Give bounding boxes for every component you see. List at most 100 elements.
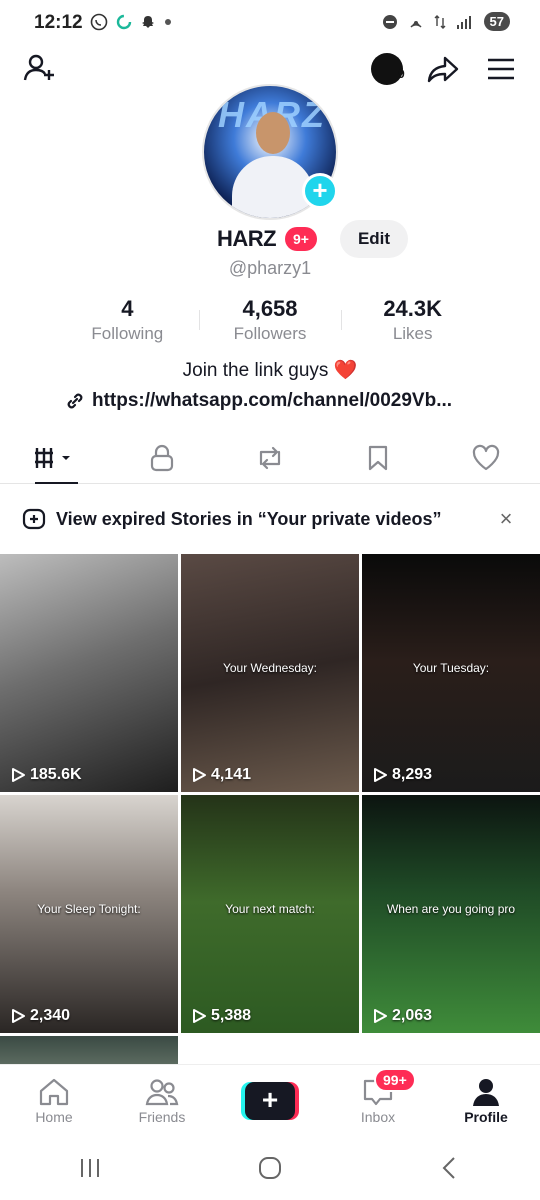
dnd-icon xyxy=(382,14,397,29)
edit-profile-button[interactable]: Edit xyxy=(340,220,408,258)
status-system-icons: 57 xyxy=(382,12,510,31)
status-bar: 12:12 57 xyxy=(0,0,540,46)
play-icon xyxy=(374,1009,387,1023)
nav-label: Home xyxy=(35,1108,73,1125)
view-count: 2,340 xyxy=(10,1007,70,1025)
whatsapp-icon xyxy=(90,13,108,31)
video-tile[interactable]: Your Wednesday: 4,141 xyxy=(181,554,359,792)
back-icon[interactable] xyxy=(435,1155,465,1181)
profile-stats: 4 Following 4,658 Followers 24.3K Likes xyxy=(56,296,484,346)
status-time: 12:12 xyxy=(34,12,83,33)
home-icon xyxy=(39,1078,69,1105)
profile-username: HARZ xyxy=(217,226,277,251)
video-caption: Your next match: xyxy=(225,902,315,917)
nav-label: Profile xyxy=(464,1108,508,1125)
tab-private[interactable] xyxy=(108,432,216,483)
video-caption: Your Wednesday: xyxy=(222,661,318,676)
video-caption: When are you going pro xyxy=(386,902,516,917)
bottom-nav: Home Friends + Inbox Profile 99+ xyxy=(0,1064,540,1136)
stat-label: Likes xyxy=(392,324,433,343)
nav-profile[interactable]: Profile xyxy=(432,1065,540,1136)
video-tile[interactable]: When are you going pro 2,063 xyxy=(362,795,540,1033)
nav-home[interactable]: Home xyxy=(0,1065,108,1136)
repost-icon xyxy=(259,446,281,469)
view-count: 8,293 xyxy=(372,766,432,784)
play-icon xyxy=(193,768,206,782)
nav-label: Inbox xyxy=(360,1108,396,1125)
play-icon xyxy=(12,1009,25,1023)
tab-saved[interactable] xyxy=(324,432,432,483)
dot-icon xyxy=(165,19,171,25)
recent-apps-icon[interactable] xyxy=(75,1155,105,1181)
username-badge: 9+ xyxy=(285,227,317,251)
sync-icon xyxy=(116,14,132,30)
bio-text: Join the link guys xyxy=(182,360,329,381)
stat-value: 4 xyxy=(121,296,134,321)
menu-icon[interactable] xyxy=(484,52,518,86)
videos-grid-icon xyxy=(35,447,70,468)
video-tile-partial[interactable] xyxy=(0,1036,178,1064)
heart-icon xyxy=(472,444,500,470)
hotspot-icon xyxy=(409,20,422,28)
bookmark-icon xyxy=(368,445,388,470)
create-button[interactable]: + xyxy=(241,1081,299,1120)
stat-label: Following xyxy=(91,324,164,343)
name-row: HARZ 9+ Edit xyxy=(0,220,540,260)
home-circle-icon[interactable] xyxy=(255,1155,285,1181)
stat-label: Followers xyxy=(233,324,307,343)
nav-label: Friends xyxy=(138,1108,186,1125)
link-text: https://whatsapp.com/channel/0029Vb... xyxy=(92,390,453,411)
system-nav-bar xyxy=(0,1136,540,1200)
view-count: 4,141 xyxy=(191,766,251,784)
close-icon[interactable]: × xyxy=(494,506,518,532)
nav-friends[interactable]: Friends xyxy=(108,1065,216,1136)
lock-icon xyxy=(150,444,174,471)
video-tile[interactable]: Your Sleep Tonight: 2,340 xyxy=(0,795,178,1033)
view-count: 2,063 xyxy=(372,1007,432,1025)
profile-handle: @pharzy1 xyxy=(228,258,312,278)
link-icon xyxy=(67,393,83,409)
view-count: 185.6K xyxy=(10,766,82,784)
add-story-icon xyxy=(22,508,46,530)
play-icon xyxy=(12,768,25,782)
profile-tabs xyxy=(0,432,540,484)
avatar-figure-head xyxy=(256,112,290,154)
play-icon xyxy=(193,1009,206,1023)
inbox-badge: 99+ xyxy=(374,1068,416,1092)
video-tile[interactable]: 185.6K xyxy=(0,554,178,792)
view-count: 5,388 xyxy=(191,1007,251,1025)
stat-followers[interactable]: 4,658 Followers xyxy=(198,296,342,346)
video-tile[interactable]: Your Tuesday: 8,293 xyxy=(362,554,540,792)
battery-indicator: 57 xyxy=(483,12,510,31)
status-notification-icons xyxy=(90,13,172,31)
stat-value: 24.3K xyxy=(383,296,443,321)
view-count-value: 2,063 xyxy=(392,1007,433,1024)
video-caption: Your Sleep Tonight: xyxy=(37,902,141,917)
profile-link[interactable]: https://whatsapp.com/channel/0029Vb... xyxy=(64,390,484,412)
view-count-value: 4,141 xyxy=(211,766,252,783)
stat-likes[interactable]: 24.3K Likes xyxy=(341,296,484,346)
expired-stories-banner[interactable]: View expired Stories in “Your private vi… xyxy=(22,500,518,538)
video-grid: 185.6K Your Wednesday: 4,141 Your Tuesda… xyxy=(0,554,540,1033)
add-friend-icon[interactable] xyxy=(22,52,56,86)
tab-liked[interactable] xyxy=(432,432,540,483)
video-caption: Your Tuesday: xyxy=(412,661,490,676)
share-icon[interactable] xyxy=(426,52,460,86)
add-story-button[interactable]: + xyxy=(302,173,338,209)
stat-value: 4,658 xyxy=(242,296,298,321)
nav-create[interactable]: + xyxy=(216,1065,324,1136)
view-count-value: 185.6K xyxy=(30,766,82,783)
profile-icon xyxy=(473,1078,499,1106)
profile-bio: Join the link guys ❤️ xyxy=(0,358,540,382)
view-count-value: 8,293 xyxy=(392,766,433,783)
video-tile[interactable]: Your next match: 5,388 xyxy=(181,795,359,1033)
data-arrows-icon xyxy=(434,14,446,29)
banner-text: View expired Stories in “Your private vi… xyxy=(56,508,442,529)
snapchat-icon xyxy=(142,16,154,28)
friends-icon xyxy=(145,1078,179,1105)
view-count-value: 2,340 xyxy=(30,1007,71,1024)
stat-following[interactable]: 4 Following xyxy=(56,296,199,346)
tab-reposts[interactable] xyxy=(216,432,324,483)
view-count-value: 5,388 xyxy=(211,1007,252,1024)
tab-videos[interactable] xyxy=(0,432,108,484)
